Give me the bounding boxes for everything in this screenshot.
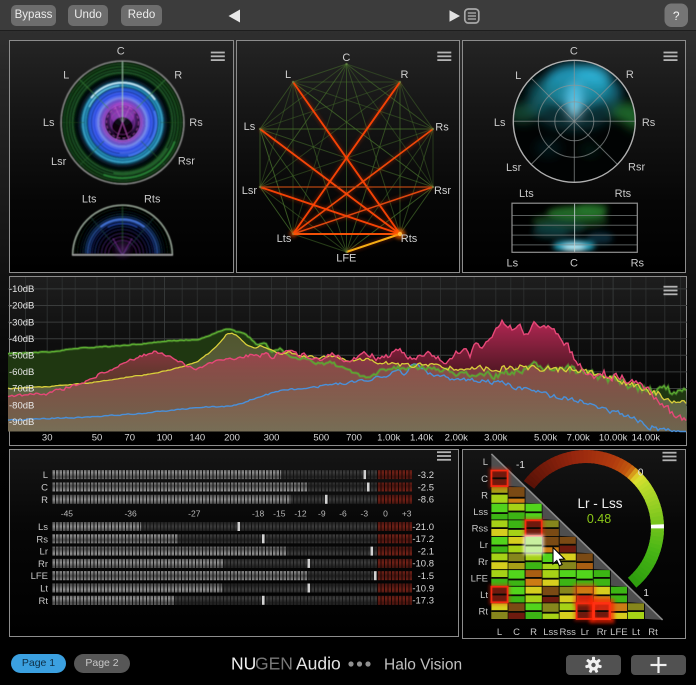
svg-text:LFE: LFE — [471, 573, 488, 584]
svg-text:L: L — [483, 457, 488, 468]
svg-text:Lss: Lss — [543, 627, 558, 638]
svg-text:R: R — [530, 627, 537, 638]
svg-text:C: C — [513, 627, 520, 638]
svg-text:Rt: Rt — [648, 627, 658, 638]
svg-text:-1: -1 — [516, 460, 525, 471]
svg-text:0: 0 — [638, 468, 644, 479]
svg-text:Rt: Rt — [479, 607, 489, 618]
svg-text:Lt: Lt — [632, 627, 640, 638]
svg-text:R: R — [481, 490, 488, 501]
svg-text:Lt: Lt — [480, 590, 488, 601]
svg-text:L: L — [497, 627, 502, 638]
svg-text:Lr - Lss: Lr - Lss — [577, 496, 622, 511]
svg-text:Rss: Rss — [560, 627, 577, 638]
svg-text:Lss: Lss — [473, 507, 488, 518]
svg-text:LFE: LFE — [610, 627, 627, 638]
svg-text:1: 1 — [643, 588, 649, 599]
svg-text:Rss: Rss — [472, 524, 489, 535]
svg-text:Rr: Rr — [597, 627, 607, 638]
svg-text:C: C — [481, 474, 488, 485]
svg-text:Rr: Rr — [478, 557, 488, 568]
svg-text:Lr: Lr — [581, 627, 589, 638]
svg-text:0.48: 0.48 — [587, 512, 611, 526]
svg-text:Lr: Lr — [480, 540, 488, 551]
